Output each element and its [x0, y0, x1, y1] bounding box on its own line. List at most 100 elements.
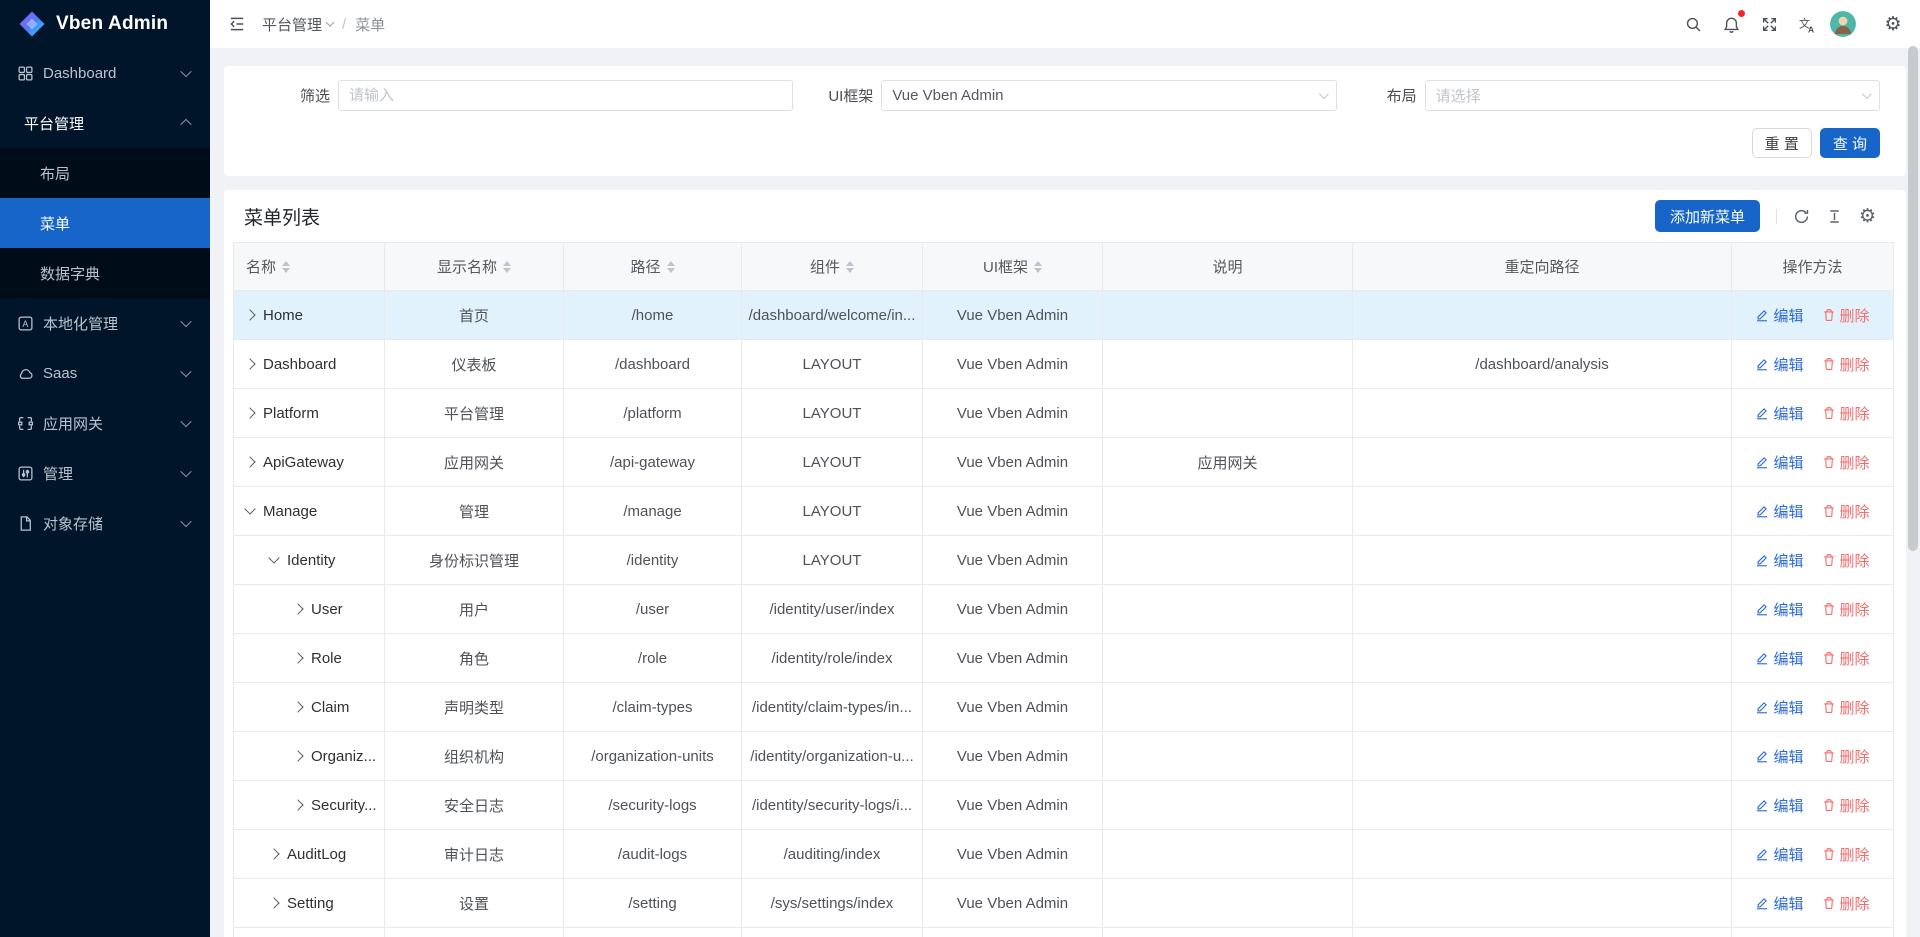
table-row[interactable]: Manage 管理 /manage LAYOUT Vue Vben Admin: [234, 487, 1894, 536]
table-row[interactable]: Platform 平台管理 /platform LAYOUT Vue Vben …: [234, 389, 1894, 438]
column-header[interactable]: 显示名称: [385, 243, 564, 290]
table-row[interactable]: Security... 安全日志 /security-logs /identit…: [234, 781, 1894, 830]
sort-carets[interactable]: [282, 261, 290, 273]
edit-button[interactable]: 编辑: [1755, 697, 1803, 718]
delete-button[interactable]: 删除: [1822, 844, 1870, 865]
edit-label: 编辑: [1773, 452, 1803, 473]
edit-button[interactable]: 编辑: [1755, 354, 1803, 375]
delete-button[interactable]: 删除: [1822, 403, 1870, 424]
column-header[interactable]: 操作方法: [1732, 243, 1894, 290]
delete-button[interactable]: 删除: [1822, 746, 1870, 767]
edit-button[interactable]: 编辑: [1755, 599, 1803, 620]
delete-button[interactable]: 删除: [1822, 893, 1870, 914]
table-row[interactable]: Identity 身份标识管理 /identity LAYOUT Vue Vbe…: [234, 536, 1894, 585]
expand-chevron-icon[interactable]: [244, 456, 255, 467]
table-row[interactable]: User 用户 /user /identity/user/index Vue V…: [234, 585, 1894, 634]
table-row[interactable]: ApiGateway 应用网关 /api-gateway LAYOUT Vue …: [234, 438, 1894, 487]
table-row[interactable]: Claim 声明类型 /claim-types /identity/claim-…: [234, 683, 1894, 732]
expand-chevron-icon[interactable]: [292, 652, 303, 663]
avatar[interactable]: [1830, 11, 1856, 37]
edit-button[interactable]: 编辑: [1755, 550, 1803, 571]
sidebar-item-saas[interactable]: Saas: [0, 348, 210, 398]
sidebar-fold-icon[interactable]: [222, 9, 252, 39]
fullscreen-icon[interactable]: [1754, 9, 1784, 39]
delete-button[interactable]: 删除: [1822, 452, 1870, 473]
expand-chevron-icon[interactable]: [292, 701, 303, 712]
table-row[interactable]: Setting 设置 /setting /sys/settings/index …: [234, 879, 1894, 928]
edit-button[interactable]: 编辑: [1755, 403, 1803, 424]
table-row[interactable]: Organiz... 组织机构 /organization-units /ide…: [234, 732, 1894, 781]
column-settings-icon[interactable]: ⚙: [1859, 207, 1876, 226]
sidebar-item-object-storage[interactable]: 对象存储: [0, 498, 210, 548]
delete-button[interactable]: 删除: [1822, 697, 1870, 718]
brand[interactable]: Vben Admin: [0, 0, 210, 48]
filter-keyword-input[interactable]: [338, 80, 793, 111]
delete-button[interactable]: 删除: [1822, 305, 1870, 326]
expand-chevron-icon[interactable]: [244, 309, 255, 320]
expand-chevron-icon[interactable]: [268, 552, 279, 563]
table-row[interactable]: Dashboard 仪表板 /dashboard LAYOUT Vue Vben…: [234, 340, 1894, 389]
delete-button[interactable]: 删除: [1822, 550, 1870, 571]
scrollbar-thumb[interactable]: [1908, 46, 1918, 551]
edit-button[interactable]: 编辑: [1755, 305, 1803, 326]
search-button[interactable]: 查 询: [1820, 128, 1880, 158]
sidebar-item-menu[interactable]: 菜单: [0, 198, 210, 248]
edit-button[interactable]: 编辑: [1755, 452, 1803, 473]
column-header[interactable]: 组件: [742, 243, 923, 290]
sidebar-item-app-gateway[interactable]: 应用网关: [0, 398, 210, 448]
table-row[interactable]: AuditLog 审计日志 /audit-logs /auditing/inde…: [234, 830, 1894, 879]
expand-chevron-icon[interactable]: [244, 407, 255, 418]
settings-gear-icon[interactable]: ⚙: [1878, 9, 1908, 39]
edit-button[interactable]: 编辑: [1755, 795, 1803, 816]
sidebar-item-layout[interactable]: 布局: [0, 148, 210, 198]
delete-button[interactable]: 删除: [1822, 648, 1870, 669]
expand-chevron-icon[interactable]: [268, 897, 279, 908]
sort-carets[interactable]: [503, 261, 511, 273]
edit-button[interactable]: 编辑: [1755, 501, 1803, 522]
expand-chevron-icon[interactable]: [292, 750, 303, 761]
sidebar-item-localization[interactable]: A 本地化管理: [0, 298, 210, 348]
column-header[interactable]: 路径: [564, 243, 742, 290]
sort-carets[interactable]: [846, 261, 854, 273]
edit-button[interactable]: 编辑: [1755, 648, 1803, 669]
reset-button[interactable]: 重 置: [1752, 128, 1812, 158]
expand-chevron-icon[interactable]: [268, 848, 279, 859]
edit-button[interactable]: 编辑: [1755, 844, 1803, 865]
add-menu-button[interactable]: 添加新菜单: [1655, 200, 1760, 232]
cell-component: /identity/security-logs/i...: [742, 781, 923, 829]
sort-carets[interactable]: [667, 261, 675, 273]
sidebar-item-platform-management[interactable]: 平台管理: [0, 98, 210, 148]
framework-select[interactable]: Vue Vben Admin: [881, 80, 1336, 111]
delete-button[interactable]: 删除: [1822, 501, 1870, 522]
edit-button[interactable]: 编辑: [1755, 893, 1803, 914]
search-icon[interactable]: [1678, 9, 1708, 39]
sidebar-item-management[interactable]: 管理: [0, 448, 210, 498]
sidebar-item-dashboard[interactable]: Dashboard: [0, 48, 210, 98]
language-icon[interactable]: 文A: [1792, 9, 1822, 39]
edit-label: 编辑: [1773, 648, 1803, 669]
table-row[interactable]: Home 首页 /home /dashboard/welcome/in... V…: [234, 291, 1894, 340]
table-row[interactable]: Role 角色 /role /identity/role/index Vue V…: [234, 634, 1894, 683]
cell-display-name: 审计日志: [385, 830, 564, 878]
notification-bell-icon[interactable]: [1716, 9, 1746, 39]
refresh-icon[interactable]: [1793, 208, 1810, 225]
delete-button[interactable]: 删除: [1822, 599, 1870, 620]
delete-label: 删除: [1840, 452, 1870, 473]
edit-button[interactable]: 编辑: [1755, 746, 1803, 767]
expand-chevron-icon[interactable]: [292, 603, 303, 614]
delete-button[interactable]: 删除: [1822, 354, 1870, 375]
expand-chevron-icon[interactable]: [292, 799, 303, 810]
delete-button[interactable]: 删除: [1822, 795, 1870, 816]
breadcrumb-parent[interactable]: 平台管理: [262, 14, 333, 35]
row-height-icon[interactable]: [1826, 208, 1843, 225]
sort-carets[interactable]: [1034, 261, 1042, 273]
column-header[interactable]: 重定向路径: [1353, 243, 1732, 290]
column-header[interactable]: 名称: [234, 243, 385, 290]
column-header[interactable]: 说明: [1103, 243, 1353, 290]
expand-chevron-icon[interactable]: [244, 503, 255, 514]
column-header[interactable]: UI框架: [923, 243, 1103, 290]
expand-chevron-icon[interactable]: [244, 358, 255, 369]
layout-select[interactable]: 请选择: [1425, 80, 1880, 111]
breadcrumb-parent-label: 平台管理: [262, 14, 322, 35]
sidebar-item-data-dictionary[interactable]: 数据字典: [0, 248, 210, 298]
